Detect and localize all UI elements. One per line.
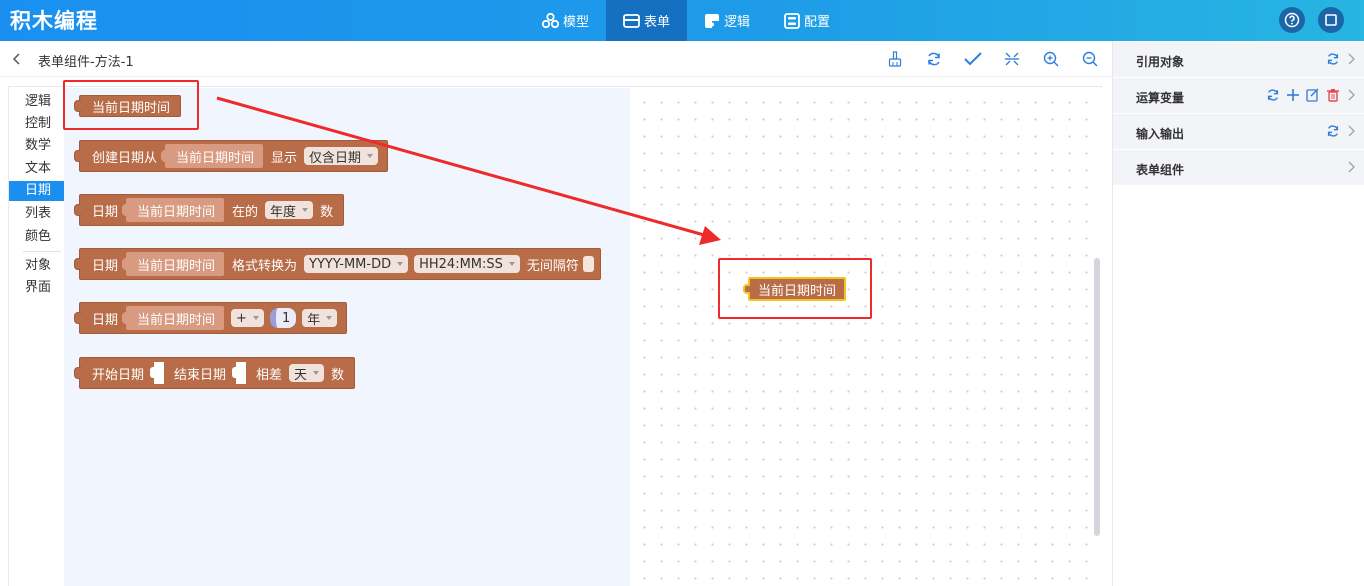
section-label: 表单组件 xyxy=(1136,163,1185,177)
chevron-right-icon[interactable] xyxy=(1346,52,1356,66)
right-panel: 引用对象 运算变量 输入输出 表单组件 xyxy=(1112,41,1364,586)
panel-section-input-output[interactable]: 输入输出 xyxy=(1113,114,1364,150)
delete-icon[interactable] xyxy=(1326,88,1340,102)
vertical-scrollbar[interactable] xyxy=(1094,258,1100,536)
panel-section-referenced-objects[interactable]: 引用对象 xyxy=(1113,42,1364,78)
chevron-right-icon[interactable] xyxy=(1346,124,1356,138)
panel-section-form-components[interactable]: 表单组件 xyxy=(1113,150,1364,186)
refresh-icon[interactable] xyxy=(1326,52,1340,66)
section-label: 运算变量 xyxy=(1136,91,1185,105)
panel-section-variables[interactable]: 运算变量 xyxy=(1113,78,1364,114)
edit-icon[interactable] xyxy=(1306,88,1320,102)
refresh-icon[interactable] xyxy=(1266,88,1280,102)
section-label: 输入输出 xyxy=(1136,127,1185,141)
plus-icon[interactable] xyxy=(1286,88,1300,102)
chevron-right-icon[interactable] xyxy=(1346,88,1356,102)
section-label: 引用对象 xyxy=(1136,55,1185,69)
refresh-icon[interactable] xyxy=(1326,124,1340,138)
chevron-right-icon[interactable] xyxy=(1346,160,1356,174)
